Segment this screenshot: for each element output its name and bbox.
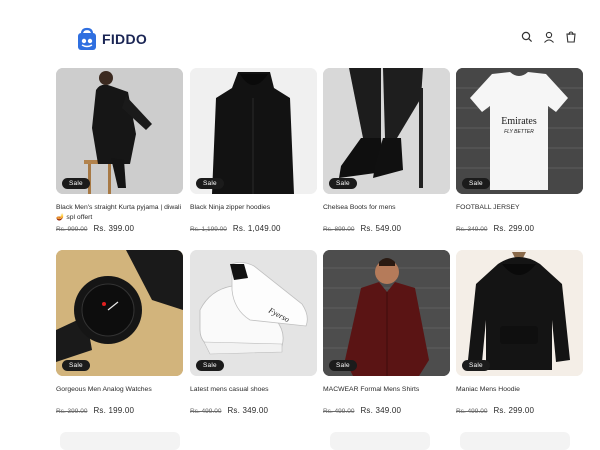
product-card[interactable]: Sale Gorgeous Men Analog Watches Rs. 399… [56, 250, 183, 415]
product-card[interactable]: Sale MACWEAR Formal Mens Shirts Rs. 499.… [323, 250, 450, 415]
sale-price: Rs. 349.00 [360, 406, 402, 415]
next-row-placeholder [60, 432, 180, 450]
product-prices: Rs. 349.00 Rs. 299.00 [456, 224, 583, 233]
product-card[interactable]: Fyerso Sale Latest mens casual shoes Rs.… [190, 250, 317, 415]
product-title[interactable]: Maniac Mens Hoodie [456, 385, 583, 404]
sale-price: Rs. 349.00 [227, 406, 269, 415]
product-prices: Rs. 999.00 Rs. 399.00 [56, 224, 183, 233]
product-image[interactable]: Fyerso Sale [190, 250, 317, 376]
account-icon[interactable] [542, 30, 556, 44]
brand-name: FIDDO [102, 31, 148, 47]
product-card[interactable]: Sale Maniac Mens Hoodie Rs. 499.00 Rs. 29… [456, 250, 583, 415]
jersey-tagline-text: FLY BETTER [504, 129, 534, 135]
product-card[interactable]: Sale Chelsea Boots for mens Rs. 899.00 Rs… [323, 68, 450, 233]
sale-price: Rs. 199.00 [93, 406, 135, 415]
old-price: Rs. 349.00 [456, 226, 488, 233]
product-image[interactable]: Sale [190, 68, 317, 194]
search-icon[interactable] [520, 30, 534, 44]
product-card[interactable]: Sale Black Ninja zipper hoodies Rs. 1,19… [190, 68, 317, 233]
sale-badge: Sale [196, 360, 224, 371]
product-title[interactable]: MACWEAR Formal Mens Shirts [323, 385, 450, 404]
product-image[interactable]: Emirates FLY BETTER Sale [456, 68, 583, 194]
shoes-image: Fyerso [190, 250, 317, 376]
old-price: Rs. 399.00 [56, 408, 88, 415]
product-prices: Rs. 399.00 Rs. 199.00 [56, 406, 183, 415]
next-row-placeholder [330, 432, 430, 450]
sale-price: Rs. 399.00 [93, 224, 135, 233]
sale-badge: Sale [329, 178, 357, 189]
sale-badge: Sale [462, 360, 490, 371]
product-title[interactable]: Black Ninja zipper hoodies [190, 203, 317, 222]
product-title[interactable]: Chelsea Boots for mens [323, 203, 450, 222]
product-image[interactable]: Sale [56, 250, 183, 376]
brand-logo[interactable]: FIDDO [76, 27, 147, 51]
product-image[interactable]: Sale [456, 250, 583, 376]
sale-badge: Sale [62, 178, 90, 189]
sale-price: Rs. 299.00 [493, 406, 535, 415]
old-price: Rs. 499.00 [190, 408, 222, 415]
sale-badge: Sale [462, 178, 490, 189]
sale-badge: Sale [62, 360, 90, 371]
product-image[interactable]: Sale [323, 250, 450, 376]
old-price: Rs. 899.00 [323, 226, 355, 233]
shirt-image [323, 250, 450, 376]
product-title[interactable]: Gorgeous Men Analog Watches [56, 385, 183, 404]
old-price: Rs. 499.00 [456, 408, 488, 415]
product-prices: Rs. 499.00 Rs. 299.00 [456, 406, 583, 415]
hoodie-image [456, 250, 583, 376]
hoodie-image [190, 68, 317, 194]
old-price: Rs. 499.00 [323, 408, 355, 415]
logo-mark-icon [76, 27, 98, 51]
sale-price: Rs. 549.00 [360, 224, 402, 233]
product-title[interactable]: FOOTBALL JERSEY [456, 203, 583, 222]
old-price: Rs. 1,199.00 [190, 226, 227, 233]
product-card[interactable]: Emirates FLY BETTER Sale FOOTBALL JERSEY… [456, 68, 583, 233]
watch-image [56, 250, 183, 376]
site-header: FIDDO [0, 0, 600, 62]
product-image[interactable]: Sale [56, 68, 183, 194]
product-prices: Rs. 499.00 Rs. 349.00 [190, 406, 317, 415]
sale-price: Rs. 299.00 [493, 224, 535, 233]
jersey-image: Emirates FLY BETTER [456, 68, 583, 194]
kurta-image [56, 68, 183, 194]
boots-image [323, 68, 450, 194]
product-prices: Rs. 1,199.00 Rs. 1,049.00 [190, 224, 317, 233]
old-price: Rs. 999.00 [56, 226, 88, 233]
product-prices: Rs. 499.00 Rs. 349.00 [323, 406, 450, 415]
next-row-placeholder [460, 432, 570, 450]
cart-icon[interactable] [564, 30, 578, 44]
sale-price: Rs. 1,049.00 [232, 224, 281, 233]
header-icons [520, 30, 578, 44]
product-title[interactable]: Black Men's straight Kurta pyjama | diwa… [56, 203, 183, 222]
product-card[interactable]: Sale Black Men's straight Kurta pyjama |… [56, 68, 183, 233]
product-title[interactable]: Latest mens casual shoes [190, 385, 317, 404]
jersey-sponsor-text: Emirates [501, 116, 537, 127]
sale-badge: Sale [196, 178, 224, 189]
sale-badge: Sale [329, 360, 357, 371]
product-prices: Rs. 899.00 Rs. 549.00 [323, 224, 450, 233]
product-image[interactable]: Sale [323, 68, 450, 194]
